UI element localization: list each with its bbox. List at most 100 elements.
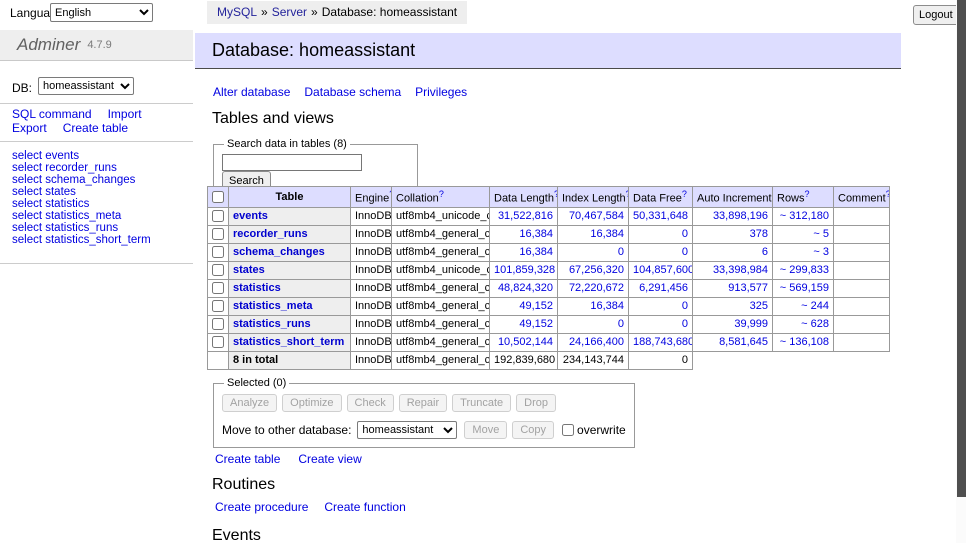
data-length-link[interactable]: 16,384 [519,228,553,240]
help-link-rows[interactable]: ? [805,189,810,199]
rows-count-link[interactable]: ~ 136,108 [780,336,829,348]
db-action-link-alter-database[interactable]: Alter database [213,85,290,99]
row-checkbox-states[interactable] [212,264,224,276]
data-length-link[interactable]: 49,152 [519,318,553,330]
sidebar-item-select-recorder-runs[interactable]: select recorder_runs [12,162,192,174]
action-button-drop[interactable]: Drop [516,394,556,412]
table-link-recorder-runs[interactable]: recorder_runs [233,228,308,240]
table-link-statistics-runs[interactable]: statistics_runs [233,318,311,330]
data-length-link[interactable]: 49,152 [519,300,553,312]
auto-increment-link[interactable]: 325 [750,300,768,312]
auto-increment-link[interactable]: 378 [750,228,768,240]
routine-link-create-function[interactable]: Create function [324,500,405,514]
auto-increment-link[interactable]: 33,398,984 [713,264,768,276]
rows-count-link[interactable]: ~ 244 [801,300,829,312]
index-length-link[interactable]: 67,256,320 [569,264,624,276]
sidebar-item-select-states[interactable]: select states [12,186,192,198]
rows-count-link[interactable]: ~ 3 [813,246,829,258]
data-length-link[interactable]: 16,384 [519,246,553,258]
data-free-link[interactable]: 104,857,600 [633,264,693,276]
help-link-collation[interactable]: ? [439,189,444,199]
table-link-events[interactable]: events [233,210,268,222]
db-action-link-database-schema[interactable]: Database schema [304,85,401,99]
action-button-repair[interactable]: Repair [399,394,447,412]
index-length-link[interactable]: 16,384 [590,228,624,240]
check-all-checkbox[interactable] [212,191,224,203]
data-free-link[interactable]: 0 [682,300,688,312]
copy-button[interactable]: Copy [512,421,554,439]
move-database-select[interactable]: homeassistant [357,421,457,439]
table-link-statistics[interactable]: statistics [233,282,281,294]
action-button-optimize[interactable]: Optimize [282,394,341,412]
index-length-link[interactable]: 16,384 [590,300,624,312]
row-checkbox-schema-changes[interactable] [212,246,224,258]
data-length-link[interactable]: 31,522,816 [498,210,553,222]
help-link-data-free[interactable]: ? [682,189,687,199]
help-link-data-length[interactable]: ? [554,189,558,199]
rows-count-link[interactable]: ~ 569,159 [780,282,829,294]
row-checkbox-recorder-runs[interactable] [212,228,224,240]
sidebar-item-select-statistics-runs[interactable]: select statistics_runs [12,222,192,234]
data-free-link[interactable]: 50,331,648 [633,210,688,222]
sidebar-item-select-statistics[interactable]: select statistics [12,198,192,210]
table-link-schema-changes[interactable]: schema_changes [233,246,325,258]
action-button-truncate[interactable]: Truncate [452,394,511,412]
index-length-link[interactable]: 24,166,400 [569,336,624,348]
create-link-create-view[interactable]: Create view [298,452,361,466]
engine-cell: InnoDB [351,225,392,243]
action-button-check[interactable]: Check [347,394,394,412]
sidebar-link-create-table[interactable]: Create table [63,122,128,136]
help-link-comment[interactable]: ? [886,189,890,199]
data-length-link[interactable]: 48,824,320 [498,282,553,294]
rows-count-link[interactable]: ~ 312,180 [780,210,829,222]
data-free-link[interactable]: 0 [682,318,688,330]
data-free-link[interactable]: 0 [682,246,688,258]
index-length-link[interactable]: 70,467,584 [569,210,624,222]
sidebar-item-select-statistics-short-term[interactable]: select statistics_short_term [12,234,192,246]
sidebar-link-sql-command[interactable]: SQL command [12,108,92,122]
language-select[interactable]: English [50,3,153,22]
row-checkbox-statistics-meta[interactable] [212,300,224,312]
index-length-link[interactable]: 0 [618,318,624,330]
data-length-link[interactable]: 101,859,328 [494,264,555,276]
data-length-link[interactable]: 10,502,144 [498,336,553,348]
index-length-link[interactable]: 72,220,672 [569,282,624,294]
db-action-link-privileges[interactable]: Privileges [415,85,467,99]
table-link-statistics-meta[interactable]: statistics_meta [233,300,313,312]
data-free-link[interactable]: 188,743,680 [633,336,693,348]
table-row-statistics: statisticsInnoDButf8mb4_general_ci48,824… [208,279,890,297]
auto-increment-link[interactable]: 8,581,645 [719,336,768,348]
table-link-states[interactable]: states [233,264,265,276]
rows-count-link[interactable]: ~ 5 [813,228,829,240]
index-length-link[interactable]: 0 [618,246,624,258]
create-link-create-table[interactable]: Create table [215,452,280,466]
data-free-link[interactable]: 0 [682,228,688,240]
rows-count-link[interactable]: ~ 628 [801,318,829,330]
rows-count-link[interactable]: ~ 299,833 [780,264,829,276]
sidebar-link-export[interactable]: Export [12,122,47,136]
sidebar-item-select-schema-changes[interactable]: select schema_changes [12,174,192,186]
sidebar-item-select-statistics-meta[interactable]: select statistics_meta [12,210,192,222]
search-input[interactable] [222,154,362,171]
auto-increment-link[interactable]: 39,999 [734,318,768,330]
auto-increment-link[interactable]: 33,898,196 [713,210,768,222]
row-checkbox-statistics[interactable] [212,282,224,294]
breadcrumb-link-server[interactable]: Server [272,5,307,19]
logout-button[interactable]: Logout [913,5,959,25]
move-button[interactable]: Move [464,421,507,439]
db-select[interactable]: homeassistant [38,77,134,95]
row-checkbox-events[interactable] [212,210,224,222]
scrollbar-thumb[interactable] [957,0,966,497]
routine-link-create-procedure[interactable]: Create procedure [215,500,308,514]
breadcrumb-link-mysql[interactable]: MySQL [217,5,257,19]
auto-increment-link[interactable]: 913,577 [728,282,768,294]
auto-increment-link[interactable]: 6 [762,246,768,258]
row-checkbox-statistics-short-term[interactable] [212,336,224,348]
overwrite-checkbox[interactable] [562,424,574,436]
row-checkbox-statistics-runs[interactable] [212,318,224,330]
sidebar-link-import[interactable]: Import [108,108,142,122]
action-button-analyze[interactable]: Analyze [222,394,277,412]
table-link-statistics-short-term[interactable]: statistics_short_term [233,336,344,348]
sidebar-item-select-events[interactable]: select events [12,150,192,162]
data-free-link[interactable]: 6,291,456 [639,282,688,294]
